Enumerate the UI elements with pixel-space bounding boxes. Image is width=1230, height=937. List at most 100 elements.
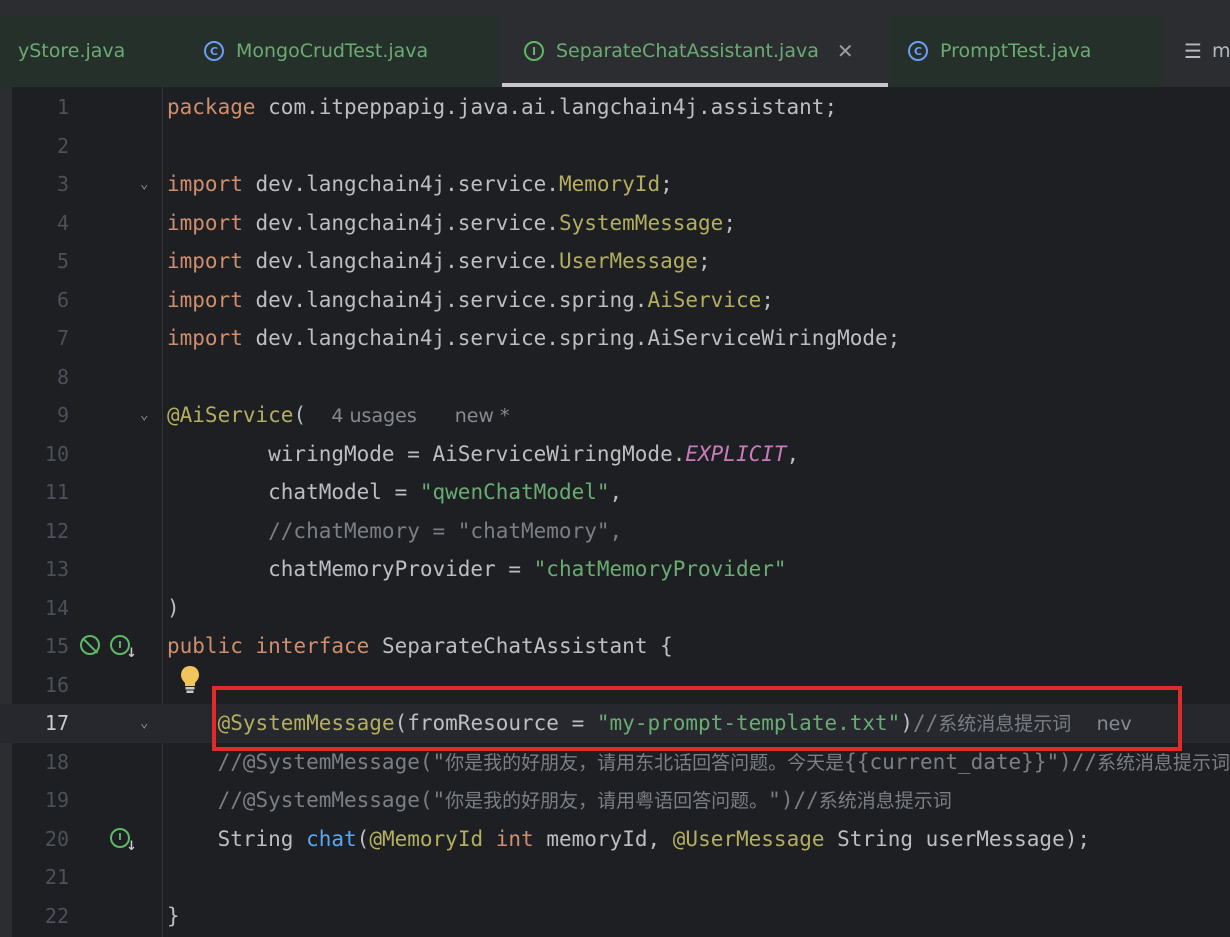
class-ref: MemoryId [558,172,661,196]
keyword: import [167,210,243,235]
code-line: 20 I ↓ String chat(@MemoryId int memoryId… [0,820,1230,859]
class-ref: AiService [647,287,762,312]
code-text: import dev.langchain4j.service.spring.Ai… [167,319,900,358]
code-text: public interface SeparateChatAssistant { [167,627,673,666]
keyword: int [495,826,534,851]
code-text: String chat(@MemoryId int memoryId, @Use… [167,820,1090,859]
interface-icon: I [524,41,544,61]
line-number: 17 [44,711,69,735]
tab-prompttest[interactable]: C PromptTest.java [890,15,1162,87]
code-token: dev.langchain4j.service.spring. [242,326,648,350]
code-token: ; [660,172,673,196]
code-text: @AiService( 4 usages new * [167,396,510,436]
line-number: 12 [44,518,69,543]
close-icon[interactable]: ✕ [837,39,854,63]
line-number: 11 [44,480,69,504]
line-number: 20 [44,826,69,851]
code-token: com.itpeppapig.java.ai.langchain4j.assis… [255,95,838,119]
code-token: dev.langchain4j.service. [242,210,559,235]
line-number: 19 [44,788,69,812]
code-line: 12 //chatMemory = "chatMemory", [0,512,1230,551]
code-text: //@SystemMessage("你是我的好朋友，请用粤语回答问题。")//系… [167,781,952,821]
code-line: 6 import dev.langchain4j.service.spring.… [0,281,1230,320]
code-token: String [167,826,307,851]
code-token: ( [356,826,370,851]
author-hint[interactable]: new * [455,405,510,427]
test-class-icon: C [908,41,928,61]
tab-mongocrudtest[interactable]: C MongoCrudTest.java [180,15,498,87]
line-number: 2 [56,133,69,158]
code-text: //chatMemory = "chatMemory", [167,512,622,551]
code-text: import dev.langchain4j.service.SystemMes… [167,204,736,243]
implemented-interface-icon[interactable]: I ↓ [110,635,137,661]
comment: ")// [768,788,819,812]
line-number: 15 [44,634,69,658]
keyword: import [167,287,243,312]
editor-tab-bar: yStore.java C MongoCrudTest.java I Separ… [0,15,1230,87]
code-line: 22 } [0,897,1230,936]
comment-cn: 系统消息提示词 [818,790,952,812]
code-line: 21 [0,858,1230,897]
code-line: 4 import dev.langchain4j.service.SystemM… [0,204,1230,243]
code-token: , [609,480,623,504]
line-number: 9 [56,403,69,427]
fold-chevron-icon[interactable]: ⌄ [140,396,148,435]
comment-cn: 系统消息提示词 [1097,751,1230,774]
keyword: import [167,326,243,350]
keyword: interface [255,634,370,658]
tab-label: SeparateChatAssistant.java [556,40,819,62]
annotation: @MemoryId [369,826,484,851]
code-line: 3 ⌄ import dev.langchain4j.service.Memor… [0,165,1230,204]
line-number: 3 [56,172,69,196]
code-token: dev.langchain4j.service. [242,172,559,196]
no-implementation-icon[interactable] [80,635,100,655]
tab-more[interactable]: ☰ m [1164,15,1230,87]
code-text: import dev.langchain4j.service.MemoryId; [167,165,673,204]
code-text: } [167,897,180,936]
code-editor[interactable]: 1 package com.itpeppapig.java.ai.langcha… [0,87,1230,937]
string-literal: "chatMemoryProvider" [533,557,787,581]
comment-cn: 你是我的好朋友，请用粤语回答问题。 [445,790,769,812]
keyword: package [167,95,256,119]
comment-cn: 你是我的好朋友，请用东北话回答问题。今天是 [445,751,845,774]
keyword: public [167,634,243,658]
line-number: 18 [44,749,69,774]
line-number: 7 [56,326,69,350]
code-line: 11 chatModel = "qwenChatModel", [0,473,1230,512]
usages-hint[interactable]: 4 usages [331,405,416,427]
code-text: import dev.langchain4j.service.spring.Ai… [167,281,774,320]
code-line: 10 wiringMode = AiServiceWiringMode.EXPL… [0,435,1230,474]
enum-constant: EXPLICIT [685,441,787,466]
fold-chevron-icon[interactable]: ⌄ [140,165,148,204]
code-line: 15 I ↓ public interface SeparateChatAssis… [0,627,1230,666]
line-number: 16 [44,672,69,697]
code-token: ( [293,403,307,427]
line-number: 5 [56,249,69,273]
tab-label: yStore.java [18,40,126,62]
class-icon: C [204,41,224,61]
code-text: package com.itpeppapig.java.ai.langchain… [167,88,837,127]
line-number: 8 [56,364,69,389]
annotation: @UserMessage [672,826,825,851]
code-line: 14 ) [0,589,1230,628]
code-token: chatMemoryProvider = [167,557,534,581]
line-number: 6 [56,287,69,312]
comment: //chatMemory = "chatMemory", [167,518,623,543]
code-line: 7 import dev.langchain4j.service.spring.… [0,319,1230,358]
code-line: 5 import dev.langchain4j.service.UserMes… [0,242,1230,281]
code-token: AiServiceWiringMode; [647,326,901,350]
code-line: 19 //@SystemMessage("你是我的好朋友，请用粤语回答问题。")… [0,781,1230,820]
code-text: ) [167,589,180,628]
fold-chevron-icon[interactable]: ⌄ [140,704,148,743]
code-text: wiringMode = AiServiceWiringMode.EXPLICI… [167,435,799,474]
tab-label: m [1211,40,1230,62]
implemented-method-icon[interactable]: I ↓ [110,827,137,854]
tab-separatechatassistant[interactable]: I SeparateChatAssistant.java ✕ [502,15,888,87]
line-number: 21 [44,865,69,889]
line-number: 4 [56,210,69,235]
lightbulb-icon[interactable] [179,664,201,694]
tab-ystore[interactable]: yStore.java [0,15,180,87]
keyword: import [167,249,243,273]
